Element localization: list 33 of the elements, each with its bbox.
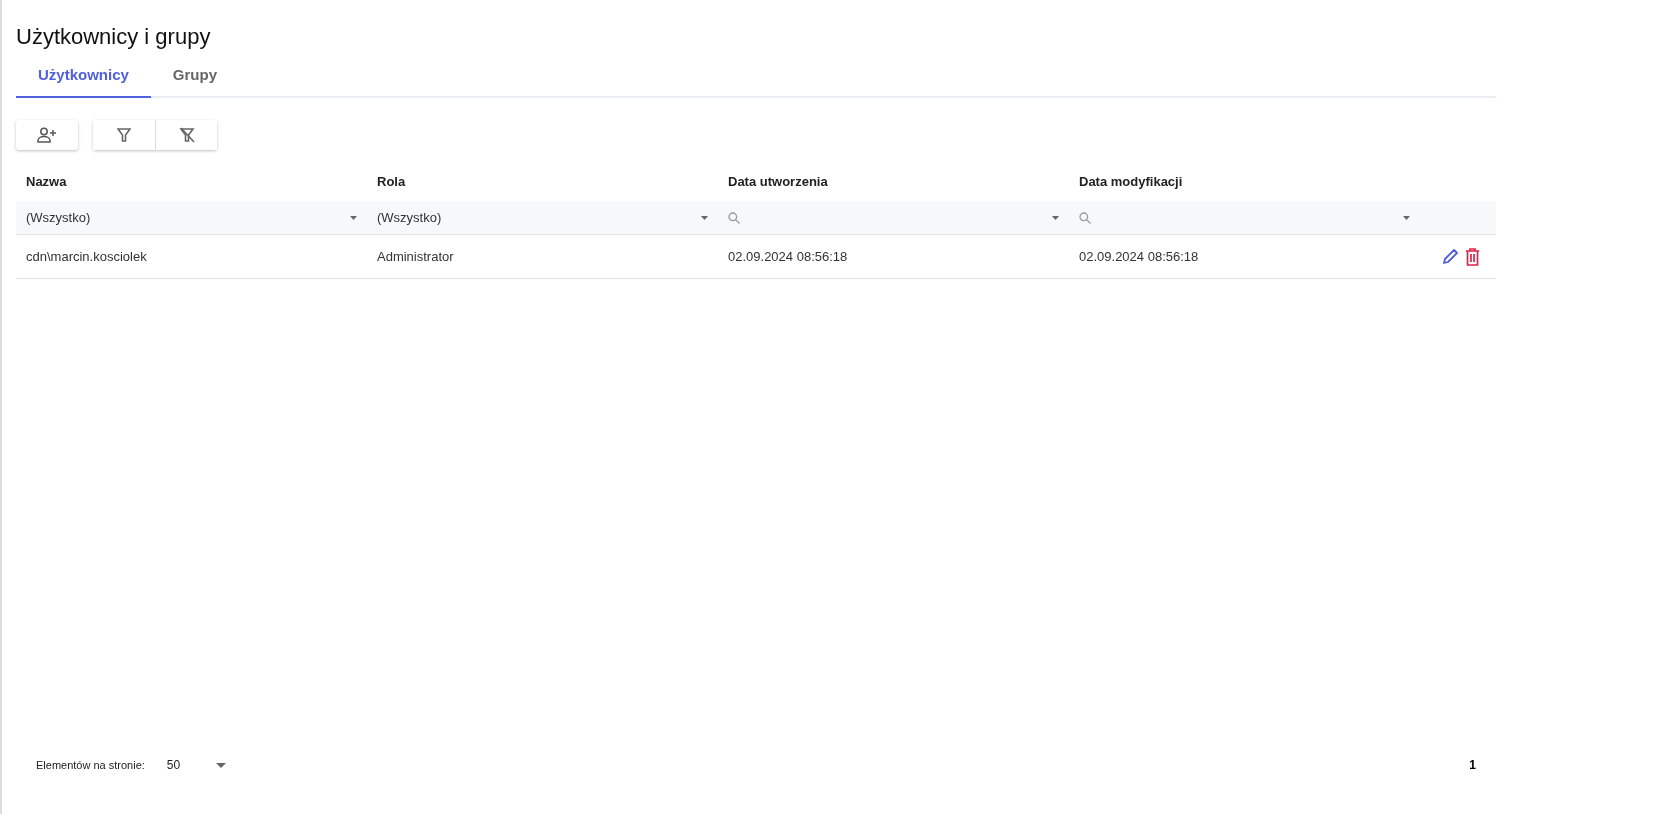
caret-icon [1403, 215, 1410, 220]
pencil-icon [1442, 247, 1459, 265]
column-header[interactable]: Rola [367, 160, 718, 201]
caret-icon [1052, 215, 1059, 220]
caret-icon [216, 762, 227, 768]
filter-button[interactable] [93, 120, 155, 150]
column-header[interactable]: Nazwa [16, 160, 367, 201]
table-cell-text: Administrator [376, 249, 455, 264]
search-icon [728, 211, 740, 224]
table-cell-text: 02.09.2024 08:56:18 [727, 249, 849, 264]
edit-button[interactable] [1442, 247, 1459, 266]
column-header[interactable]: Data utworzenia [718, 160, 1069, 201]
page-number-button[interactable]: 1 [1469, 758, 1476, 772]
filter-dropdown[interactable]: (Wszystko) [367, 201, 718, 234]
clear-filter-icon [178, 127, 195, 143]
table-cell-text: cdn\marcin.kosciolek [25, 249, 148, 264]
tab[interactable]: Użytkownicy [16, 56, 151, 98]
trash-icon [1465, 247, 1480, 266]
tab[interactable]: Grupy [150, 56, 240, 98]
page-size-label: Elementów na stronie: [36, 759, 145, 771]
table-cell-text: 02.09.2024 08:56:18 [1078, 249, 1200, 264]
add-user-icon [37, 127, 57, 143]
clear-filter-button[interactable] [155, 120, 217, 150]
delete-button[interactable] [1465, 247, 1480, 266]
column-header[interactable]: Data modyfikacji [1069, 160, 1420, 201]
caret-icon [701, 215, 708, 220]
page-title: Użytkownicy i grupy [16, 24, 212, 50]
filter-dropdown[interactable]: (Wszystko) [16, 201, 367, 234]
search-icon [1079, 211, 1091, 224]
add-user-button[interactable] [16, 120, 78, 150]
filter-icon [117, 128, 131, 142]
caret-icon [350, 215, 357, 220]
page-size-dropdown[interactable]: 50 [166, 758, 227, 772]
